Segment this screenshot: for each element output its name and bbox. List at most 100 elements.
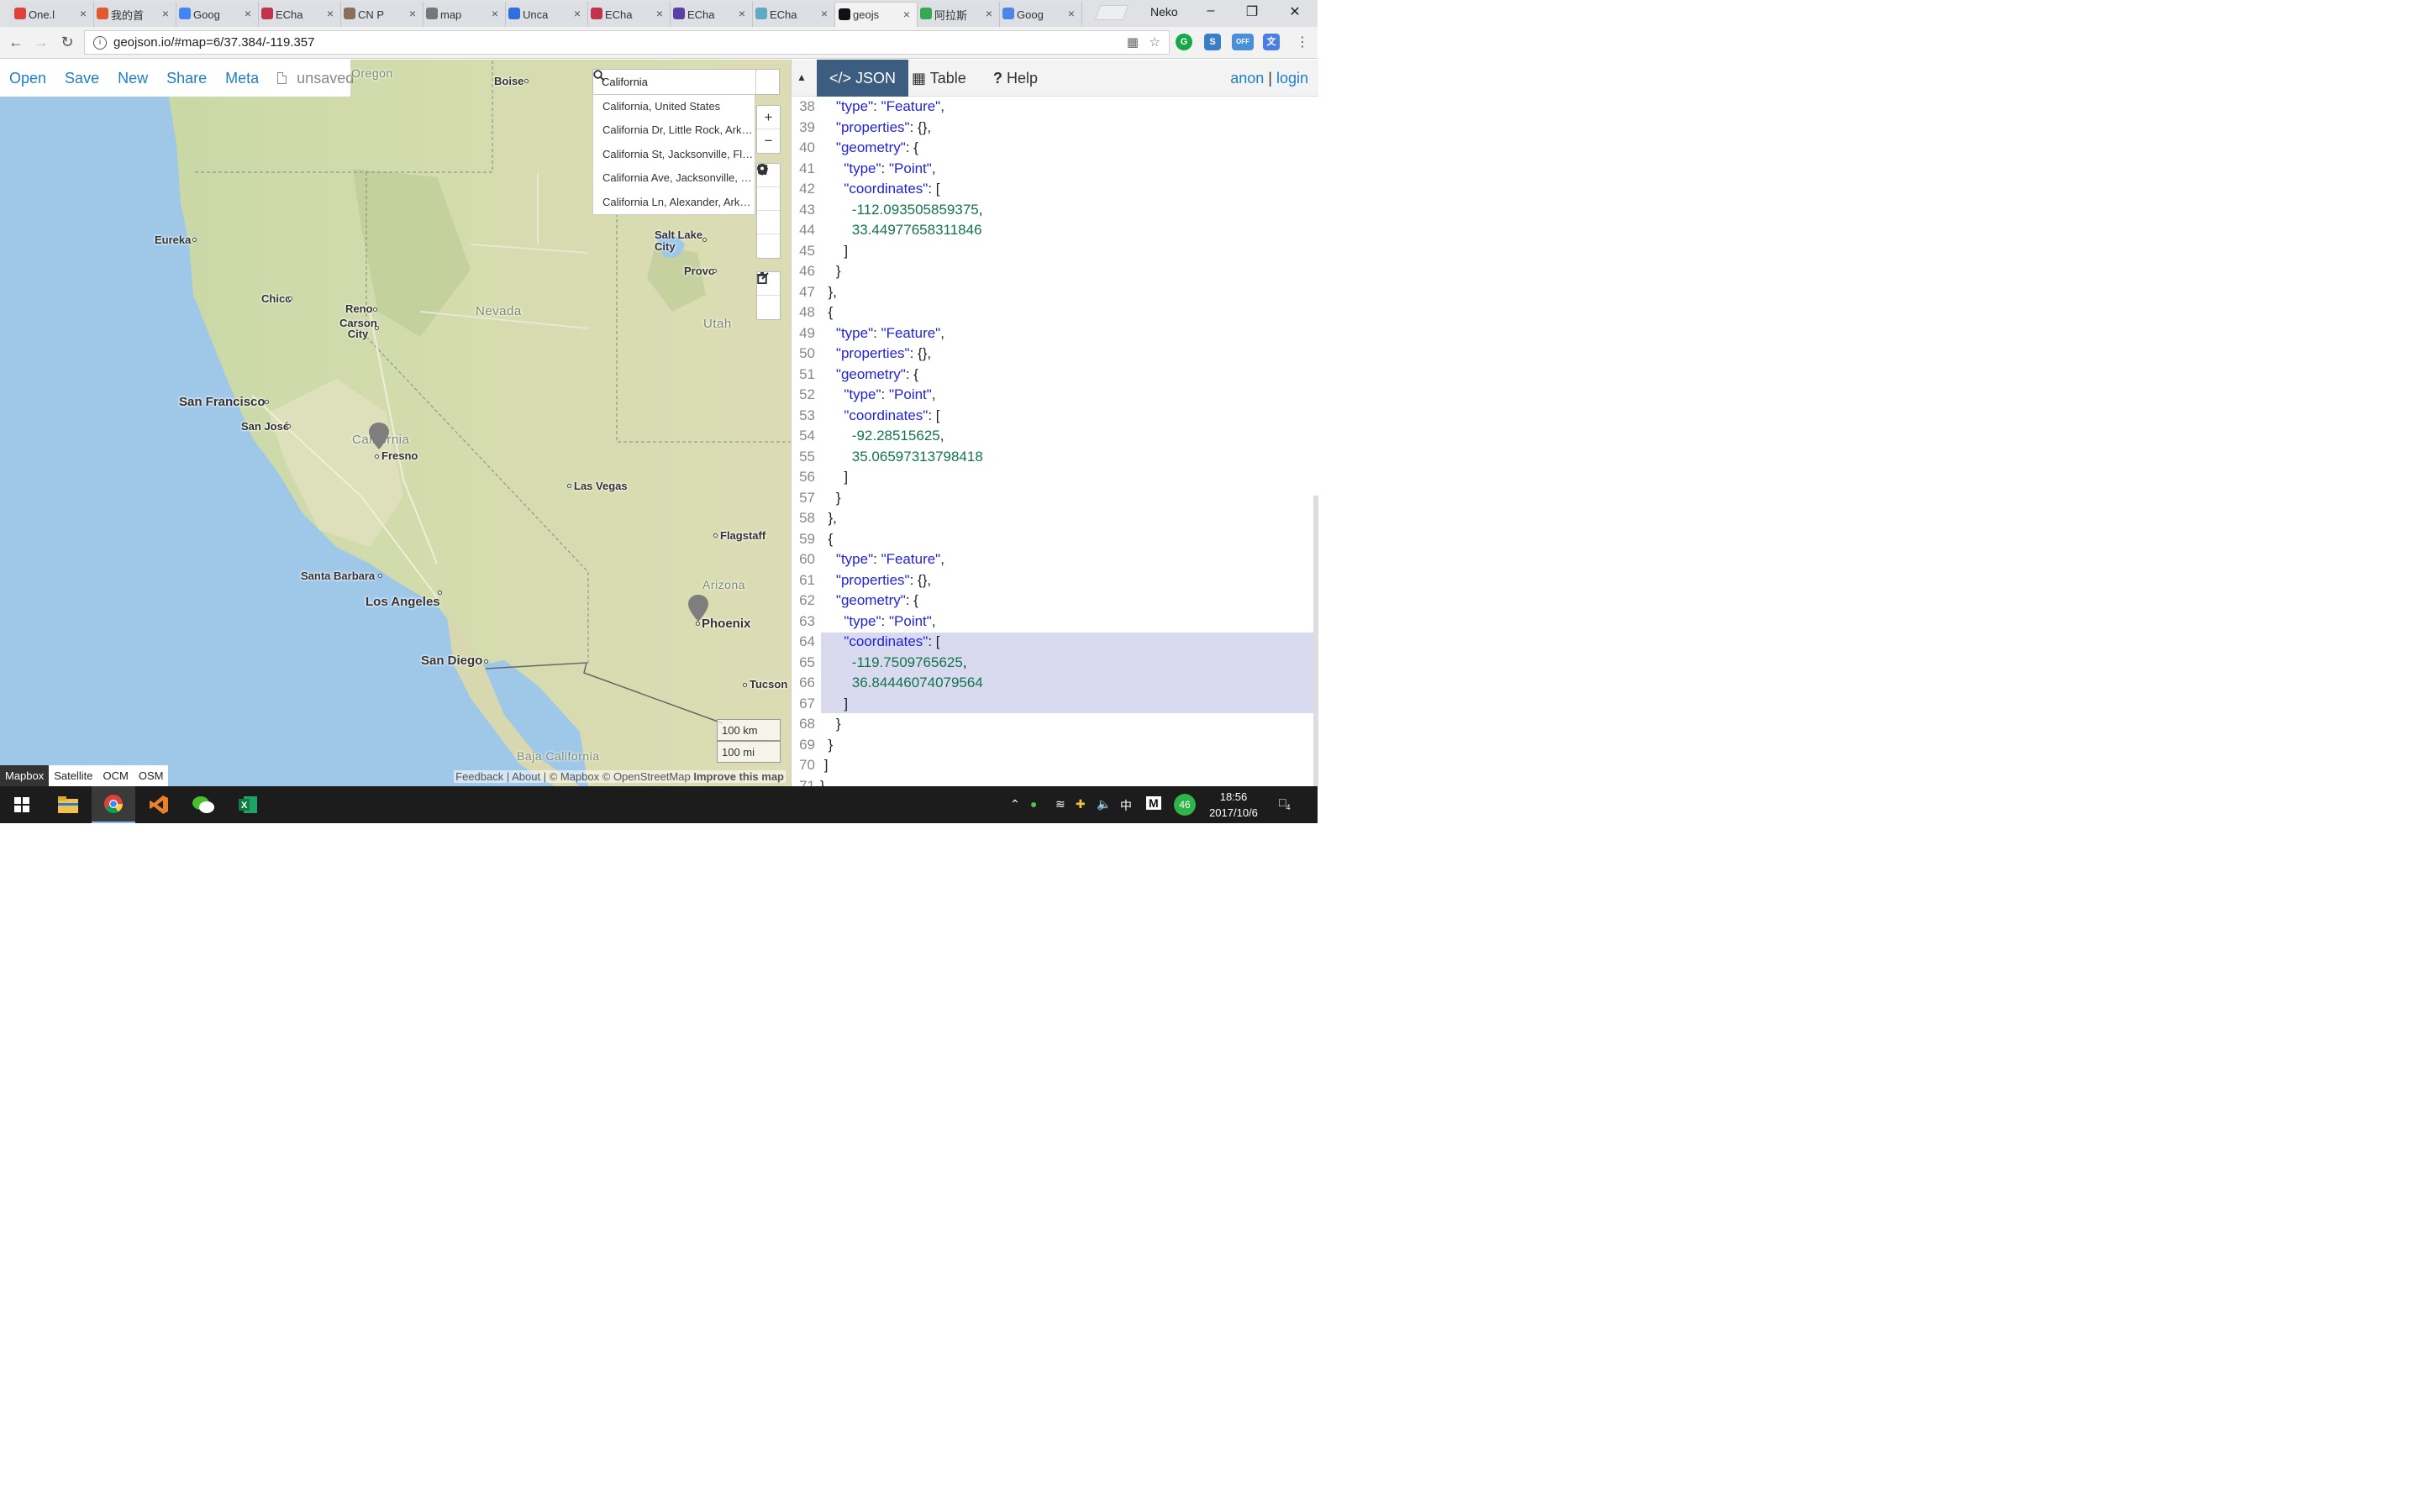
tab-table[interactable]: ▦ Table	[899, 60, 979, 97]
wechat-tray-icon[interactable]: ●	[1030, 797, 1037, 811]
about-link[interactable]: About	[512, 770, 540, 783]
collapse-pane-icon[interactable]: ▲	[797, 71, 807, 83]
delete-layers-button[interactable]	[757, 272, 780, 319]
reload-icon[interactable]: ↻	[57, 34, 77, 51]
browser-tab[interactable]: Goog ×	[175, 2, 259, 27]
tab-close-icon[interactable]: ×	[574, 7, 581, 20]
tab-close-icon[interactable]: ×	[656, 7, 663, 20]
off-extension-icon[interactable]: OFF	[1232, 34, 1254, 50]
feedback-link[interactable]: Feedback	[455, 770, 503, 783]
forward-icon[interactable]: →	[31, 34, 51, 51]
layer-osm[interactable]: OSM	[133, 765, 169, 786]
new-tab-button[interactable]	[1094, 5, 1129, 20]
tab-close-icon[interactable]: ×	[821, 7, 828, 20]
menu-open[interactable]: Open	[9, 70, 46, 87]
draw-polygon-button[interactable]	[757, 165, 780, 211]
google-translate-extension-icon[interactable]: 文	[1263, 34, 1280, 50]
search-input[interactable]	[593, 70, 756, 94]
back-icon[interactable]: ←	[6, 34, 26, 51]
map-marker-pin[interactable]	[369, 423, 389, 449]
login-link[interactable]: login	[1276, 70, 1308, 87]
tab-help[interactable]: ? Help	[981, 60, 1050, 97]
tab-close-icon[interactable]: ×	[409, 7, 416, 20]
map-marker-pin[interactable]	[688, 595, 708, 622]
city-dot	[484, 659, 488, 664]
network-icon[interactable]: ≋	[1055, 797, 1065, 811]
address-bar[interactable]: i geojson.io/#map=6/37.384/-119.357 ▦ ☆	[84, 30, 1170, 55]
browser-tab[interactable]: Goog ×	[998, 2, 1082, 27]
tab-close-icon[interactable]: ×	[903, 8, 910, 21]
search-button[interactable]	[593, 70, 779, 94]
tab-close-icon[interactable]: ×	[492, 7, 498, 20]
json-editor[interactable]: 38 "type": "Feature", 39 "properties": {}…	[792, 97, 1318, 786]
zoom-in-button[interactable]: +	[757, 106, 780, 129]
browser-tab[interactable]: 阿拉斯 ×	[916, 2, 1000, 27]
suggestion-item[interactable]: California St, Jacksonville, Florida	[593, 143, 755, 166]
tab-close-icon[interactable]: ×	[986, 7, 992, 20]
start-button[interactable]	[0, 786, 44, 823]
draw-rectangle-button[interactable]	[757, 165, 780, 234]
menu-new[interactable]: New	[118, 70, 148, 87]
file-explorer-button[interactable]	[46, 786, 90, 823]
menu-meta[interactable]: Meta	[225, 70, 259, 87]
taskbar-clock[interactable]: 18:56 2017/10/6	[1202, 789, 1265, 821]
browser-tab[interactable]: ECha ×	[751, 2, 835, 27]
tab-close-icon[interactable]: ×	[162, 7, 169, 20]
bookmark-star-icon[interactable]: ☆	[1150, 34, 1160, 50]
volume-icon[interactable]: 🔈	[1097, 797, 1111, 811]
map-canvas[interactable]: Open Save New Share Meta unsaved Califor…	[0, 60, 791, 786]
menu-share[interactable]: Share	[166, 70, 207, 87]
browser-tab[interactable]: CN P ×	[339, 2, 424, 27]
app-tray-icon[interactable]: ✚	[1076, 797, 1086, 811]
browser-tab[interactable]: geojs ×	[834, 2, 918, 27]
notification-count: 4	[1286, 802, 1291, 811]
layer-mapbox[interactable]: Mapbox	[0, 765, 50, 786]
tab-close-icon[interactable]: ×	[1068, 7, 1075, 20]
layer-satellite[interactable]: Satellite	[49, 765, 98, 786]
browser-tab[interactable]: 我的首 ×	[92, 2, 176, 27]
browser-tab[interactable]: map ×	[422, 2, 506, 27]
ime-mode-icon[interactable]: M	[1146, 796, 1161, 810]
grammarly-extension-icon[interactable]: G	[1176, 34, 1192, 50]
ime-indicator[interactable]: 中	[1120, 797, 1132, 814]
translate-icon[interactable]: ▦	[1127, 34, 1139, 50]
excel-button[interactable]: X	[226, 786, 270, 823]
notification-center-icon[interactable]: □4	[1279, 795, 1290, 811]
tab-close-icon[interactable]: ×	[327, 7, 334, 20]
menu-save[interactable]: Save	[65, 70, 99, 87]
close-window-icon[interactable]: ✕	[1276, 3, 1314, 20]
browser-tab[interactable]: Unca ×	[504, 2, 588, 27]
security-badge[interactable]: 46	[1174, 794, 1196, 816]
suggestion-item[interactable]: California, United States	[593, 95, 755, 118]
tab-close-icon[interactable]: ×	[245, 7, 251, 20]
profile-name[interactable]: Neko	[1150, 5, 1178, 18]
browser-tab[interactable]: One.l ×	[10, 2, 94, 27]
zoom-out-button[interactable]: −	[757, 129, 780, 153]
code-line: 52 "type": "Point",	[792, 385, 1318, 406]
browser-tab[interactable]: ECha ×	[669, 2, 753, 27]
user-link[interactable]: anon	[1230, 70, 1264, 87]
minimize-icon[interactable]: –	[1192, 3, 1230, 18]
wechat-button[interactable]	[182, 786, 225, 823]
code-text: {	[820, 530, 834, 547]
tab-close-icon[interactable]: ×	[80, 7, 87, 20]
visual-studio-button[interactable]	[137, 786, 181, 823]
suggestion-item[interactable]: California Ln, Alexander, Arkansas	[593, 191, 755, 214]
tray-overflow-icon[interactable]: ⌃	[1010, 797, 1020, 811]
credits-text[interactable]: © Mapbox © OpenStreetMap	[550, 770, 691, 783]
tab-close-icon[interactable]: ×	[739, 7, 745, 20]
tab-json[interactable]: </> JSON	[817, 60, 909, 97]
chrome-taskbar-button[interactable]	[92, 786, 135, 823]
draw-marker-button[interactable]	[757, 164, 780, 258]
browser-tab[interactable]: ECha ×	[587, 2, 671, 27]
restore-icon[interactable]: ❐	[1233, 3, 1271, 20]
suggestion-item[interactable]: California Ave, Jacksonville, Florida	[593, 166, 755, 190]
screenshot-extension-icon[interactable]: S	[1204, 34, 1221, 50]
chrome-menu-icon[interactable]: ⋮	[1292, 34, 1313, 50]
suggestion-item[interactable]: California Dr, Little Rock, Arkansas	[593, 118, 755, 142]
browser-tab[interactable]: ECha ×	[257, 2, 341, 27]
line-number: 41	[799, 160, 815, 176]
site-info-icon[interactable]: i	[93, 35, 107, 50]
layer-ocm[interactable]: OCM	[97, 765, 134, 786]
improve-map-link[interactable]: Improve this map	[693, 770, 784, 783]
